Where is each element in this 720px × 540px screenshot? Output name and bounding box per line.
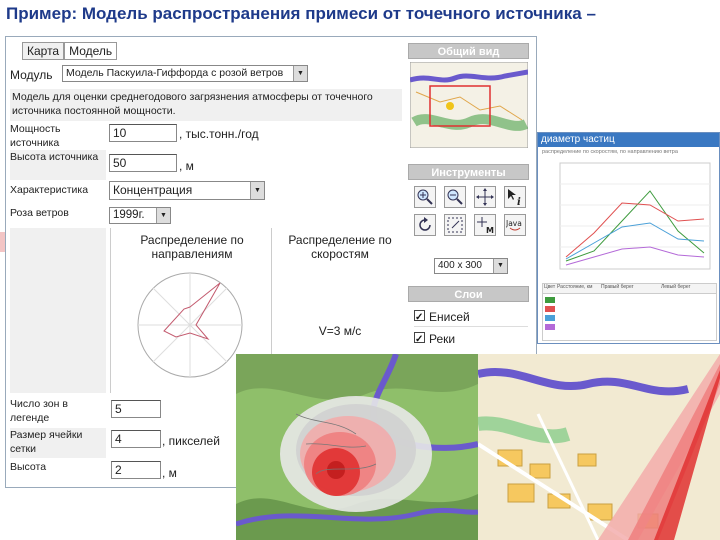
table-swatches (543, 294, 716, 333)
power-input[interactable]: 10 (109, 124, 177, 142)
table-header-row: Цвет Расстояние, км Правый берег Левый б… (543, 284, 716, 294)
overview-header: Общий вид (408, 43, 529, 59)
pan-icon[interactable] (474, 186, 496, 208)
tools-header: Инструменты (408, 164, 529, 180)
table-header: Расстояние, км (557, 284, 593, 290)
layers-header: Слои (408, 286, 529, 302)
slide-title: Пример: Модель распространения примеси о… (6, 4, 596, 23)
wind-rose-diagram (137, 272, 243, 378)
table-header: Левый берег (661, 284, 691, 290)
table-header: Правый берег (601, 284, 634, 290)
height-label: Высота источника (10, 150, 106, 180)
refresh-icon[interactable] (414, 214, 436, 236)
height-2-input[interactable]: 2 (111, 461, 161, 479)
zones-label: Число зон в легенде (10, 398, 68, 424)
layer-rivers-checkbox[interactable] (414, 330, 425, 350)
toolbar: i M Java (414, 186, 528, 236)
chevron-down-icon[interactable]: ▼ (250, 182, 264, 199)
chevron-down-icon[interactable]: ▼ (156, 208, 170, 223)
power-label: Мощность источника (10, 123, 61, 149)
zoom-out-icon[interactable] (444, 186, 466, 208)
layer-yenisei[interactable]: Енисей (414, 307, 528, 328)
chevron-down-icon[interactable]: ▼ (493, 259, 507, 273)
legend-swatch (545, 297, 555, 303)
layer-rivers-label: Реки (429, 332, 456, 346)
layer-rivers[interactable]: Реки (414, 329, 528, 350)
chart-window-title: диаметр частиц (538, 133, 719, 147)
height-unit: , м (179, 159, 194, 173)
table-header: Цвет (544, 284, 556, 290)
cell-size-label: Размер ячейки сетки (10, 428, 106, 458)
distribution-spacer (10, 228, 106, 393)
chart-subtitle: распределение по скоростям, по направлен… (542, 149, 678, 155)
wind-rose-select-value: 1999г. (113, 209, 145, 221)
legend-swatch (545, 306, 555, 312)
overview-map[interactable] (410, 62, 528, 148)
wind-rose-label: Роза ветров (10, 207, 69, 219)
select-area-icon[interactable] (444, 214, 466, 236)
height-input[interactable]: 50 (109, 154, 177, 172)
power-unit: , тыс.тонн./год (179, 127, 259, 141)
pollution-map-detail[interactable] (478, 354, 720, 540)
tab-model[interactable]: Модель (64, 42, 118, 60)
model-select-value: Модель Паскуила-Гиффорда с розой ветров (66, 67, 284, 79)
tab-map[interactable]: Карта (22, 42, 65, 60)
cell-size-unit: , пикселей (162, 434, 220, 448)
characteristic-label: Характеристика (10, 184, 89, 196)
map-size-value: 400 x 300 (438, 260, 482, 271)
line-chart (559, 162, 711, 270)
svg-text:M: M (486, 226, 494, 234)
chevron-down-icon[interactable]: ▼ (293, 66, 307, 81)
height-2-unit: , м (162, 466, 177, 480)
characteristic-select[interactable]: Концентрация ▼ (109, 181, 265, 200)
speed-distribution-title: Распределение по скоростям (288, 233, 392, 261)
zones-input[interactable]: 5 (111, 400, 161, 418)
wind-speed-label: V=3 м/с (318, 324, 362, 338)
chart-window: диаметр частиц распределение по скоростя… (537, 132, 720, 344)
direction-distribution-title: Распределение по направлениям (140, 233, 244, 261)
measure-icon[interactable]: M (474, 214, 496, 236)
map-size-select[interactable]: 400 x 300 ▼ (434, 258, 508, 274)
tab-bar: Карта Модель (22, 42, 118, 60)
chart-data-table: Цвет Расстояние, км Правый берег Левый б… (542, 283, 717, 341)
zoom-in-icon[interactable] (414, 186, 436, 208)
height-2-label: Высота (10, 461, 47, 473)
model-select[interactable]: Модель Паскуила-Гиффорда с розой ветров … (62, 65, 308, 82)
module-label: Модуль (10, 68, 53, 82)
java-icon[interactable]: Java (504, 214, 526, 236)
pollution-map-city[interactable] (236, 354, 478, 540)
java-label: Java (506, 219, 522, 228)
model-description: Модель для оценки среднегодового загрязн… (10, 89, 402, 121)
wind-rose-select[interactable]: 1999г. ▼ (109, 207, 171, 224)
cell-size-input[interactable]: 4 (111, 430, 161, 448)
info-icon[interactable]: i (504, 186, 526, 208)
legend-swatch (545, 315, 555, 321)
svg-text:i: i (517, 197, 521, 206)
layer-yenisei-checkbox[interactable] (414, 308, 425, 328)
characteristic-select-value: Концентрация (113, 183, 193, 197)
legend-swatch (545, 324, 555, 330)
divider (110, 228, 111, 393)
layer-yenisei-label: Енисей (429, 310, 470, 324)
